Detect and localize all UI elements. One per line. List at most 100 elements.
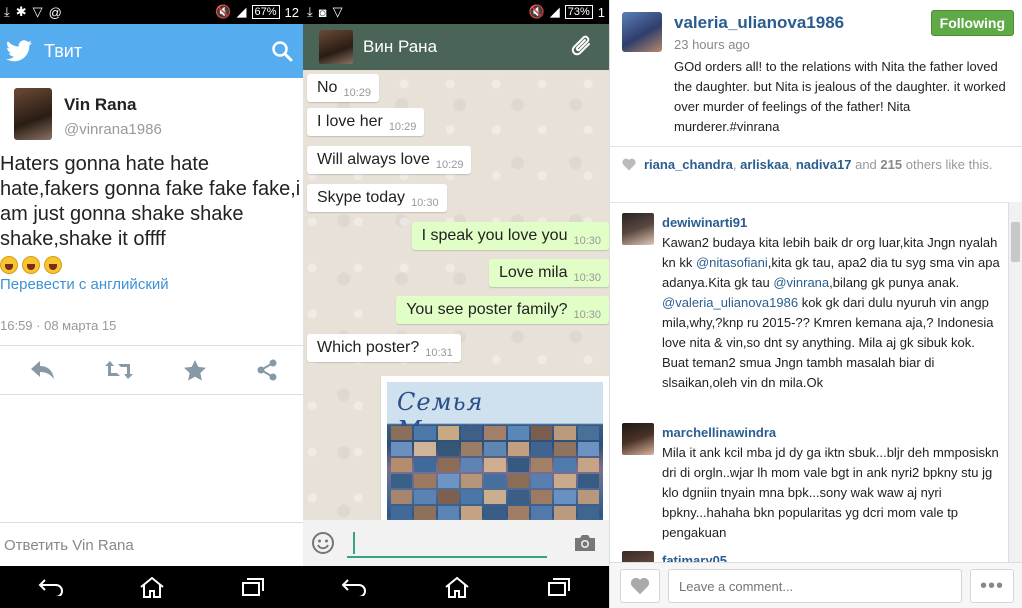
tweet-timestamp: 16:59 · 08 марта 15 [0, 318, 117, 333]
heart-icon [630, 577, 650, 595]
message-bubble[interactable]: I speak you love you 10:30 [411, 222, 609, 250]
tweet-text: Haters gonna hate hate hate,fakers gonna… [0, 152, 303, 277]
message-time: 10:31 [425, 347, 453, 359]
avatar[interactable] [319, 30, 353, 64]
message-input[interactable] [347, 528, 547, 558]
comment-username[interactable]: dewiwinarti91 [662, 213, 1004, 233]
author-name[interactable]: Vin Rana [64, 95, 162, 115]
avatar[interactable] [622, 423, 654, 455]
twitter-bird-icon[interactable] [6, 40, 32, 62]
mention-link[interactable]: @nitasofiani [696, 255, 768, 270]
download-icon: ⤓ [307, 4, 313, 19]
comments-list[interactable]: dewiwinarti91 Kawan2 budaya kita lebih b… [610, 202, 1008, 562]
whatsapp-panel: ⤓ ◙ ▽ 🔇 ◢ 73% 1 Вин Рана No 10:29 I love … [303, 0, 609, 608]
message-bubble[interactable]: I love her 10:29 [307, 108, 425, 136]
message-bubble[interactable]: Skype today 10:30 [307, 184, 447, 212]
retweet-icon[interactable] [105, 361, 134, 379]
signal-icon: ◢ [236, 4, 247, 19]
tweet-body: Haters gonna hate hate hate,fakers gonna… [0, 153, 301, 250]
comment-item: marchellinawindra Mila it ank kcil mba j… [622, 423, 1004, 543]
mention-link[interactable]: @vinrana [773, 275, 829, 290]
download-icon: ⤓ [4, 4, 10, 19]
photo-collage [391, 426, 599, 520]
message-bubble[interactable]: No 10:29 [307, 74, 379, 102]
back-icon[interactable] [38, 578, 64, 596]
reply-icon[interactable] [31, 361, 55, 379]
back-icon[interactable] [341, 578, 367, 596]
liker-name[interactable]: riana_chandra [644, 157, 733, 172]
app-header: Твит [0, 24, 303, 78]
message-bubble[interactable]: Love mila 10:30 [488, 259, 609, 287]
message-time: 10:29 [435, 159, 464, 171]
tweet-actions [0, 356, 303, 384]
reply-input[interactable]: Ответить Vin Rana [0, 522, 303, 566]
post-username[interactable]: valeria_ulianova1986 [674, 13, 844, 33]
page-title: Твит [44, 40, 83, 61]
likes-count[interactable]: 215 [880, 157, 902, 172]
laughing-emoji-icon [0, 253, 66, 275]
tweet-author[interactable]: Vin Rana @vinrana1986 [14, 88, 162, 140]
message-bubble[interactable]: You see poster family? 10:30 [396, 296, 609, 324]
attach-clip-icon[interactable] [571, 34, 593, 60]
following-button[interactable]: Following [930, 10, 1014, 36]
heart-icon [622, 158, 636, 171]
chat-header: Вин Рана [303, 24, 609, 70]
liker-name[interactable]: arliskaa [740, 157, 788, 172]
like-button[interactable] [620, 569, 660, 603]
clock: 12 [284, 4, 299, 20]
camera-icon[interactable] [573, 533, 597, 553]
message-text: Skype today [317, 189, 406, 206]
more-options-button[interactable]: ••• [970, 569, 1014, 603]
comment-text: Mila it ank kcil mba jd dy ga iktn sbuk.… [662, 445, 999, 540]
avatar[interactable] [622, 12, 662, 52]
post-caption: GOd orders all! to the relations with Ni… [674, 59, 1006, 134]
message-bubble[interactable]: Will always love 10:29 [307, 146, 472, 174]
signal-icon: ◢ [549, 4, 560, 19]
avatar[interactable] [14, 88, 52, 140]
scrollbar-thumb[interactable] [1011, 222, 1020, 262]
battery-indicator: 67% [251, 5, 280, 19]
home-icon[interactable] [444, 576, 470, 598]
instagram-panel: valeria_ulianova1986 23 hours ago Follow… [609, 0, 1022, 608]
author-handle: @vinrana1986 [64, 121, 162, 138]
poster-photo: Семья Миланы [387, 382, 603, 520]
home-icon[interactable] [139, 576, 165, 598]
scrollbar[interactable] [1008, 202, 1022, 562]
post-time: 23 hours ago [674, 37, 750, 52]
emoji-smiley-icon[interactable] [311, 531, 335, 555]
chat-body[interactable]: No 10:29 I love her 10:29 Will always love… [303, 70, 609, 520]
divider [0, 394, 303, 395]
translate-link[interactable]: Перевести с английский [0, 276, 169, 293]
avatar[interactable] [622, 551, 654, 562]
mute-icon: 🔇 [528, 4, 545, 19]
message-text: Love mila [498, 264, 568, 281]
message-bubble[interactable]: Which poster? 10:31 [307, 334, 461, 362]
message-text: I love her [317, 113, 383, 130]
comment-username[interactable]: marchellinawindra [662, 423, 1004, 443]
message-text: I speak you love you [421, 227, 568, 244]
image-message[interactable]: Семья Миланы [381, 376, 609, 520]
message-text: You see poster family? [406, 301, 568, 318]
message-text: Which poster? [317, 339, 420, 356]
avatar[interactable] [622, 213, 654, 245]
message-text: No [317, 79, 338, 96]
message-time: 10:30 [411, 197, 439, 209]
vpn-icon: ▽ [332, 4, 343, 19]
comment-bar: ••• [610, 562, 1022, 608]
favorite-star-icon[interactable] [183, 359, 206, 381]
mention-link[interactable]: @valeria_ulianova1986 [662, 295, 798, 310]
recents-icon[interactable] [547, 577, 571, 597]
recents-icon[interactable] [241, 577, 265, 597]
contact-name[interactable]: Вин Рана [363, 37, 437, 57]
share-icon[interactable] [256, 359, 278, 381]
likes-rest: others like this. [905, 157, 993, 172]
comment-input[interactable] [668, 569, 962, 603]
search-icon[interactable] [271, 40, 293, 62]
likes-summary: riana_chandra, arliskaa, nadiva17 and 21… [610, 146, 1022, 196]
clock: 1 [597, 4, 605, 20]
comment-username[interactable]: fatimary05 [662, 551, 727, 562]
likes-and: and [855, 157, 877, 172]
message-time: 10:29 [388, 121, 417, 133]
liker-name[interactable]: nadiva17 [796, 157, 852, 172]
android-nav-bar [303, 566, 609, 608]
